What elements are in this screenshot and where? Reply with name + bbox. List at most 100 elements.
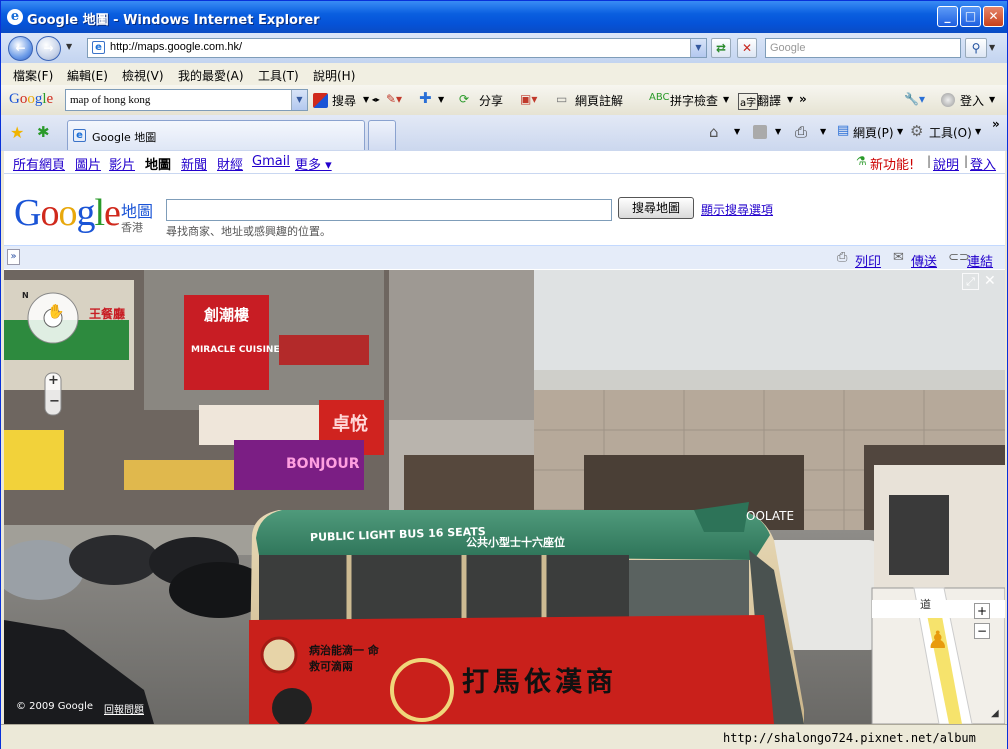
minimap-zoom-in[interactable]: + [974,603,990,619]
refresh-icon[interactable]: ⇄ [711,38,731,58]
pan-control-icon[interactable]: ✋ [47,304,64,320]
google-toolbar-logo[interactable]: Google [9,91,53,108]
home-icon[interactable]: ⌂ [709,123,719,141]
minimize-button[interactable]: _ [937,6,958,27]
signin-button[interactable]: 登入 [960,92,984,109]
address-dropdown-icon[interactable]: ▼ [690,39,706,57]
tools-gear-icon[interactable]: ⚙ [910,122,923,140]
fullscreen-icon[interactable]: ⤢ [962,273,979,290]
search-dropdown-icon[interactable]: ▼ ◂▸ [363,95,380,104]
close-button[interactable]: ✕ [983,6,1004,27]
zoom-in-button[interactable]: + [48,373,59,388]
sidewiki-icon[interactable]: ▣▾ [520,92,537,106]
history-dropdown-icon[interactable]: ▼ [66,42,72,51]
search-maps-button[interactable]: 搜尋地圖 [618,197,694,219]
google-toolbar-query[interactable]: map of hong kong [70,94,150,106]
gbar-link-news[interactable]: 新聞 [181,154,207,173]
browser-window: e Google 地圖 - Windows Internet Explorer … [0,0,1008,749]
wrench-icon[interactable]: 🔧▾ [904,92,925,106]
google-search-button[interactable]: 搜尋 [332,92,356,109]
share-icon[interactable]: ⟳ [459,92,469,106]
bus-ad: 打馬依漢商 [462,667,617,698]
street-view-panorama[interactable]: 王餐廳 創潮樓 MIRACLE CUISINE 卓悅 BONJOUR OOLAT… [4,270,1005,724]
page-menu-dropdown-icon[interactable]: ▼ [897,127,903,136]
tab-google-maps[interactable]: e Google 地圖 [67,120,365,150]
google-maps-logo[interactable]: Google [14,191,121,235]
tools-dropdown-icon[interactable]: ▼ [975,127,981,136]
tools-menu-button[interactable]: 工具(O) [929,124,972,141]
menu-tools[interactable]: 工具(T) [258,67,299,84]
pegman-icon[interactable]: ♟ [927,626,949,654]
add-dropdown-icon[interactable]: ▼ [438,95,444,104]
bus-text-cn: 公共小型士十六座位 [466,536,565,549]
gbar-link-finance[interactable]: 財經 [217,154,243,173]
search-input[interactable]: Google [765,38,961,58]
search-options-icon[interactable]: ▼ [989,43,995,52]
spellcheck-icon[interactable]: ABC [649,92,670,103]
gbar-link-video[interactable]: 影片 [109,154,135,173]
forward-button[interactable]: → [36,36,61,61]
command-overflow-icon[interactable]: » [992,117,1000,131]
print-dropdown-icon[interactable]: ▼ [820,127,826,136]
signin-dropdown-icon[interactable]: ▼ [989,95,995,104]
send-link[interactable]: 傳送 [911,251,937,270]
annotate-button[interactable]: 網頁註解 [575,92,623,109]
google-toolbar-search-input[interactable]: map of hong kong [65,89,308,111]
highlight-icon[interactable]: ✎▾ [386,92,402,106]
sign-chocolate: OOLATE [746,509,795,523]
gbar-link-gmail[interactable]: Gmail [252,154,290,169]
stop-icon[interactable]: ✕ [737,38,757,58]
translate-dropdown-icon[interactable]: ▼ [787,95,793,104]
minimap-collapse-icon[interactable]: ◢ [991,708,999,719]
spell-dropdown-icon[interactable]: ▼ [723,95,729,104]
maximize-button[interactable]: □ [960,6,981,27]
report-problem-link[interactable]: 回報問題 [104,701,144,716]
google-toolbar-dropdown-icon[interactable]: ▼ [291,90,307,110]
print-icon: ⎙ [837,250,848,265]
minimap-zoom-out[interactable]: − [974,623,990,639]
bus-ad-small: 病治能滴一 命救可滴兩 [309,644,379,673]
zoom-out-button[interactable]: − [49,394,60,409]
gbar-link-maps[interactable]: 地圖 [145,154,171,173]
menu-favorites[interactable]: 我的最愛(A) [178,67,244,84]
print-link[interactable]: 列印 [855,251,881,270]
spellcheck-button[interactable]: 拼字檢查 [670,92,718,109]
add-favorites-icon[interactable]: ✱ [37,123,50,141]
address-url[interactable]: http://maps.google.com.hk/ [110,41,242,53]
close-streetview-icon[interactable]: ✕ [984,273,996,289]
feeds-icon[interactable] [753,125,767,139]
maps-search-input[interactable] [166,199,612,221]
menu-file[interactable]: 檔案(F) [13,67,53,84]
signin-link[interactable]: 登入 [970,154,996,173]
expand-panel-icon[interactable]: » [7,249,20,265]
translate-button[interactable]: 翻譯 [757,92,781,109]
gbar-link-more[interactable]: 更多 ▾ [295,154,332,173]
gbar-link-images[interactable]: 圖片 [75,154,101,173]
annotate-icon[interactable]: ▭ [556,92,567,106]
share-button[interactable]: 分享 [479,92,503,109]
address-bar[interactable]: e http://maps.google.com.hk/ ▼ [87,38,707,58]
home-dropdown-icon[interactable]: ▼ [734,127,740,136]
menu-view[interactable]: 檢視(V) [122,67,164,84]
google-search-icon[interactable] [313,93,328,108]
print-icon[interactable]: ⎙ [795,123,807,141]
page-menu-icon[interactable]: ▤ [837,123,849,138]
menu-help[interactable]: 說明(H) [313,67,355,84]
back-button[interactable]: ← [8,36,33,61]
toolbar-overflow-icon[interactable]: » [799,92,807,106]
new-tab-button[interactable] [368,120,396,150]
translate-icon[interactable]: a字 [738,93,759,110]
feeds-dropdown-icon[interactable]: ▼ [775,127,781,136]
link-link[interactable]: 連結 [967,251,993,270]
search-icon[interactable]: ⚲ [965,38,987,58]
street-scene [4,270,1005,724]
favorites-star-icon[interactable]: ★ [10,123,24,142]
new-features-link[interactable]: 新功能! [870,154,914,173]
menu-edit[interactable]: 編輯(E) [67,67,108,84]
signin-icon[interactable] [941,93,955,107]
show-search-options-link[interactable]: 顯示搜尋選項 [701,201,773,218]
gbar-link-web[interactable]: 所有網頁 [13,154,65,173]
page-menu-button[interactable]: 網頁(P) [853,124,894,141]
add-button-icon[interactable]: ✚ [419,89,432,107]
help-link[interactable]: 說明 [933,154,959,173]
